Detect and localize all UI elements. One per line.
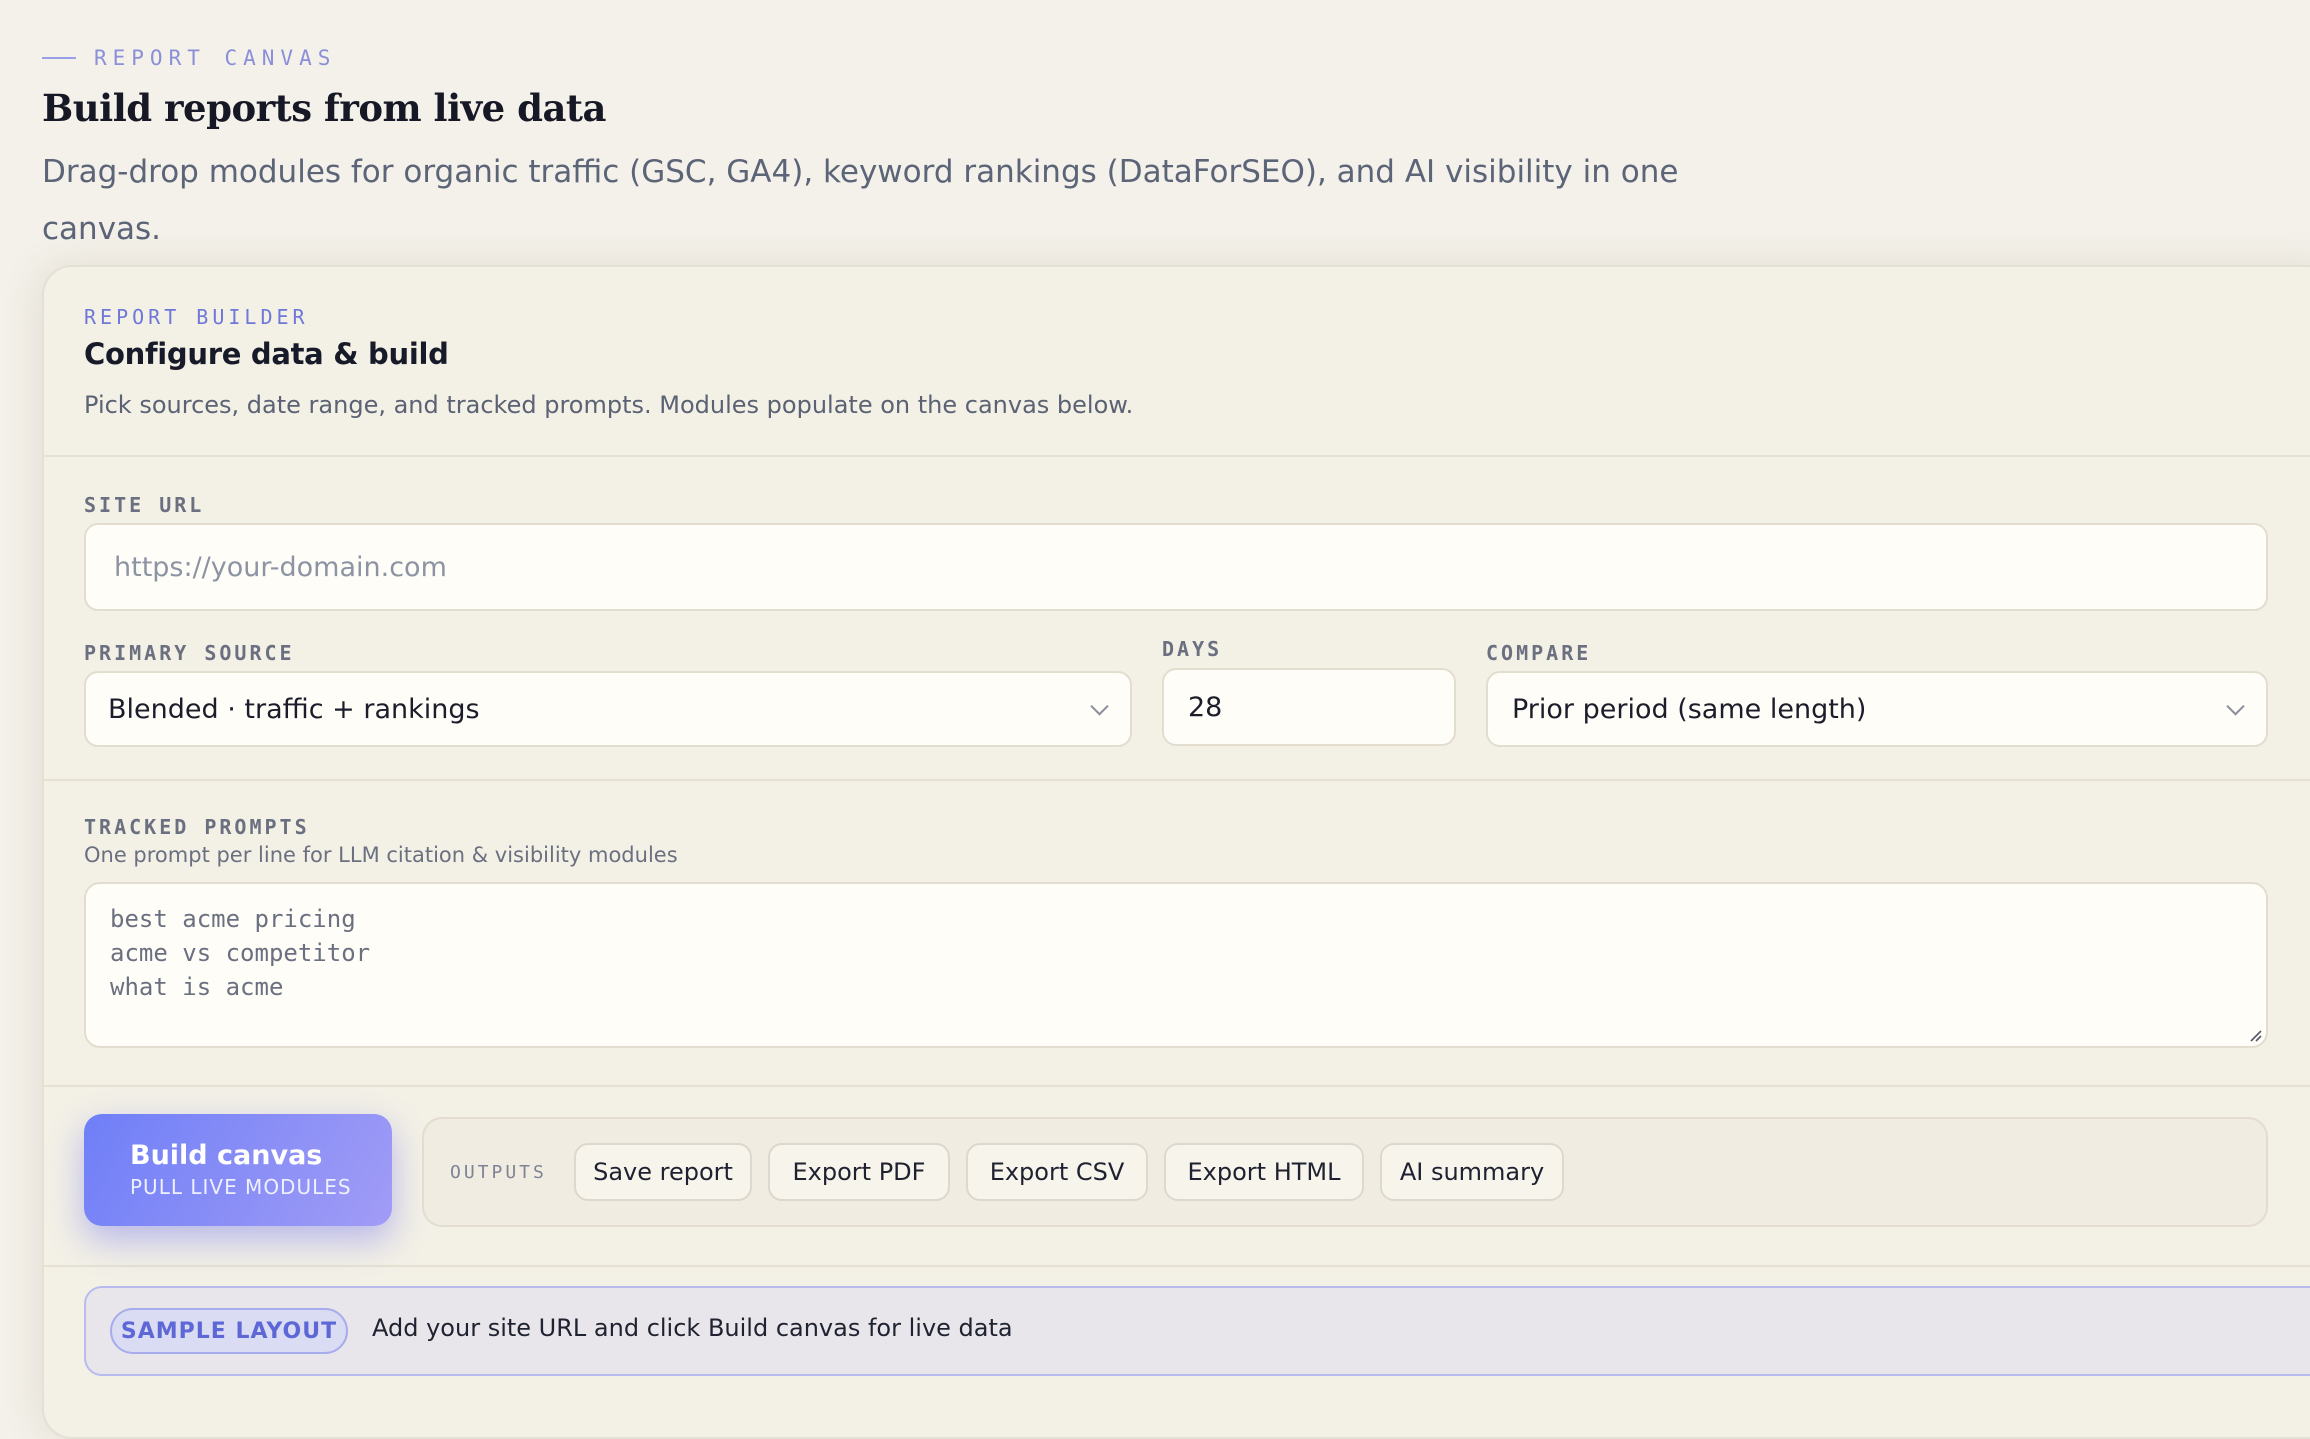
page-description: Drag-drop modules for organic traffic (G… — [42, 154, 1679, 247]
build-canvas-button[interactable]: Build canvas PULL LIVE MODULES — [84, 1114, 392, 1226]
page-eyebrow-text: REPORT CANVAS — [94, 46, 337, 70]
builder-description: Pick sources, date range, and tracked pr… — [84, 391, 1134, 419]
ai-summary-button[interactable]: AI summary — [1380, 1143, 1564, 1201]
build-canvas-sublabel: PULL LIVE MODULES — [130, 1175, 352, 1199]
outputs-toolbar: OUTPUTS Save report Export PDF Export CS… — [422, 1117, 2268, 1227]
compare-label: COMPARE — [1486, 641, 1592, 665]
builder-title: Configure data & build — [84, 337, 449, 371]
primary-source-label: PRIMARY SOURCE — [84, 641, 295, 665]
days-value: 28 — [1188, 691, 1223, 723]
site-url-input[interactable]: https://your-domain.com — [84, 523, 2268, 611]
site-url-label: SITE URL — [84, 493, 205, 517]
resize-handle-icon[interactable] — [2248, 1028, 2262, 1042]
prompt-line: best acme pricing — [110, 905, 356, 933]
prompt-line: what is acme — [110, 973, 284, 1001]
chevron-down-icon — [1090, 697, 1109, 716]
tracked-prompts-label: TRACKED PROMPTS — [84, 815, 310, 839]
builder-header: REPORT BUILDER Configure data & build Pi… — [44, 267, 2310, 457]
page-eyebrow: REPORT CANVAS — [42, 46, 336, 70]
export-html-button[interactable]: Export HTML — [1164, 1143, 1364, 1201]
chevron-down-icon — [2226, 697, 2245, 716]
days-input[interactable]: 28 — [1162, 668, 1456, 746]
save-report-button[interactable]: Save report — [574, 1143, 752, 1201]
primary-source-select[interactable]: Blended · traffic + rankings — [84, 671, 1132, 747]
prompt-line: acme vs competitor — [110, 939, 371, 967]
build-canvas-label: Build canvas — [130, 1140, 323, 1171]
sample-layout-text: Add your site URL and click Build canvas… — [372, 1314, 1013, 1342]
tracked-prompts-textarea[interactable]: best acme pricing acme vs competitor wha… — [84, 882, 2268, 1048]
days-label: DAYS — [1162, 637, 1223, 661]
builder-eyebrow: REPORT BUILDER — [84, 305, 309, 329]
export-pdf-button[interactable]: Export PDF — [768, 1143, 950, 1201]
export-csv-button[interactable]: Export CSV — [966, 1143, 1148, 1201]
sample-layout-badge: SAMPLE LAYOUT — [110, 1308, 348, 1354]
primary-source-value: Blended · traffic + rankings — [108, 693, 480, 725]
sample-layout-banner: SAMPLE LAYOUT Add your site URL and clic… — [84, 1286, 2310, 1376]
tracked-prompts-hint: One prompt per line for LLM citation & v… — [84, 843, 678, 867]
outputs-label: OUTPUTS — [450, 1162, 547, 1183]
compare-value: Prior period (same length) — [1512, 693, 1867, 725]
eyebrow-dash — [42, 57, 76, 59]
compare-select[interactable]: Prior period (same length) — [1486, 671, 2268, 747]
site-url-placeholder: https://your-domain.com — [114, 551, 447, 583]
page-title: Build reports from live data — [42, 86, 606, 130]
report-builder-card: REPORT BUILDER Configure data & build Pi… — [42, 265, 2310, 1439]
